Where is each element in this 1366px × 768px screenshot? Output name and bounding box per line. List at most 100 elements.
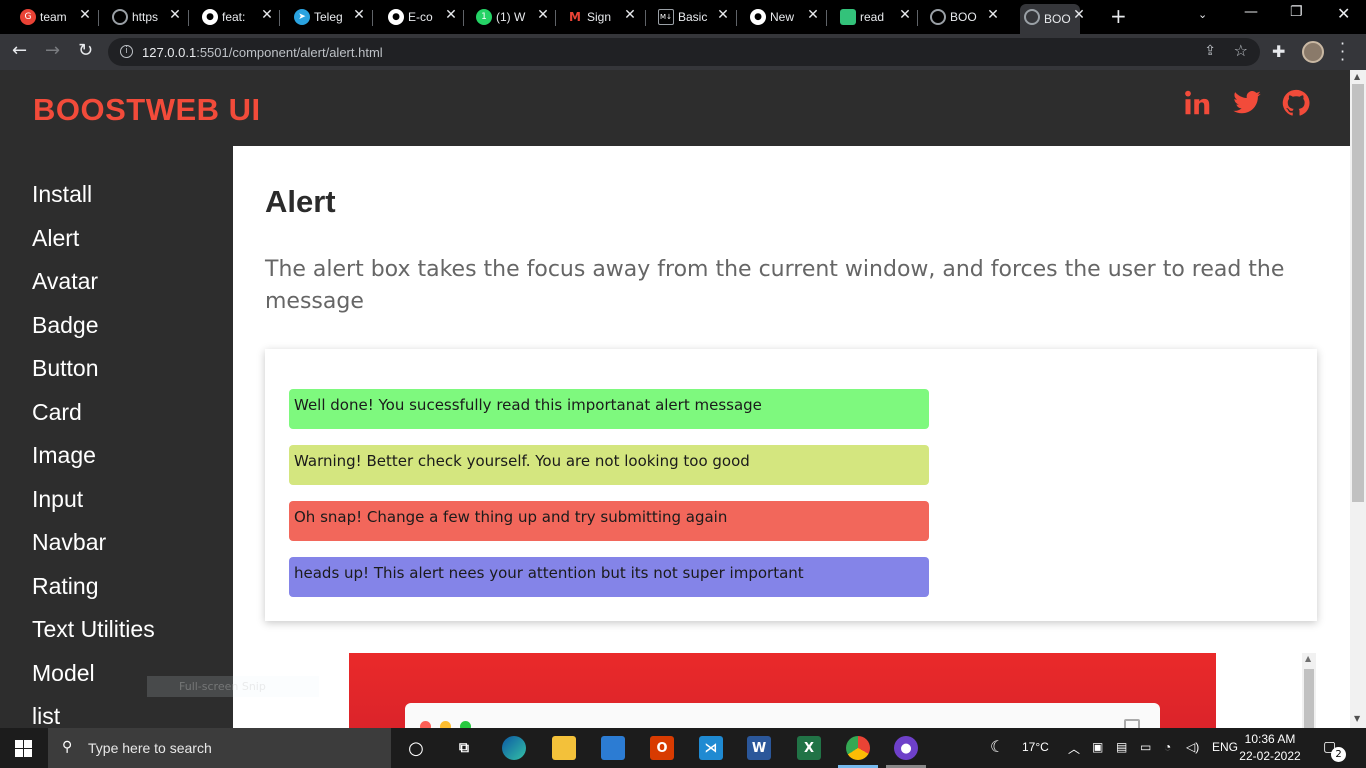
- sidebar-item-model[interactable]: Model: [32, 660, 95, 687]
- copy-icon[interactable]: [1124, 719, 1140, 728]
- taskbar-search[interactable]: ⚲ Type here to search: [48, 728, 391, 768]
- wifi-icon[interactable]: ◔: [1164, 740, 1171, 754]
- close-tab-icon[interactable]: ✕: [168, 7, 182, 23]
- browser-tab[interactable]: ● New ✕: [750, 4, 819, 30]
- restore-icon[interactable]: ❐: [1290, 4, 1303, 20]
- volume-icon[interactable]: ◁): [1186, 740, 1199, 754]
- browser-tab[interactable]: ➤ Teleg ✕: [294, 4, 365, 30]
- tray-overflow-icon[interactable]: ︿: [1068, 740, 1080, 757]
- menu-kebab-icon[interactable]: · · ·: [1340, 36, 1346, 68]
- chrome-icon[interactable]: [846, 736, 870, 760]
- close-tab-icon[interactable]: ✕: [260, 7, 274, 23]
- close-tab-icon[interactable]: ✕: [898, 7, 912, 23]
- brand-logo[interactable]: BOOSTWEB UI: [33, 92, 261, 128]
- language-indicator[interactable]: ENG: [1212, 740, 1238, 754]
- profile-avatar[interactable]: [1302, 41, 1324, 63]
- sidebar-item-list[interactable]: list: [32, 703, 60, 728]
- site-info-icon[interactable]: i: [120, 45, 133, 58]
- office-icon[interactable]: O: [650, 736, 674, 760]
- page-scrollbar[interactable]: ▲ ▼: [1350, 70, 1366, 728]
- scroll-up-arrow-icon[interactable]: ▲: [1305, 654, 1311, 663]
- scroll-down-arrow-icon[interactable]: ▼: [1354, 714, 1360, 723]
- battery-icon[interactable]: ▭: [1140, 740, 1151, 754]
- bookmark-star-icon[interactable]: ☆: [1234, 41, 1248, 60]
- sidebar-item-navbar[interactable]: Navbar: [32, 529, 106, 556]
- browser-tab[interactable]: 1 (1) W ✕: [476, 4, 549, 30]
- notification-center-icon[interactable]: ▢ 2: [1323, 739, 1346, 762]
- taskbar-clock[interactable]: 10:36 AM 22-02-2022: [1238, 731, 1302, 765]
- weather-moon-icon[interactable]: ☾: [990, 737, 1004, 757]
- preview-scrollbar[interactable]: ▲: [1302, 653, 1316, 728]
- forward-arrow-icon[interactable]: →: [45, 41, 60, 61]
- close-tab-icon[interactable]: ✕: [716, 7, 730, 23]
- green-dot-icon: [460, 721, 471, 728]
- notification-count-badge: 2: [1331, 747, 1346, 762]
- back-arrow-icon[interactable]: ←: [12, 41, 27, 61]
- excel-icon[interactable]: X: [797, 736, 821, 760]
- tray-app-icon[interactable]: ▤: [1116, 740, 1127, 754]
- gmail-icon: M: [569, 10, 581, 24]
- vscode-icon[interactable]: ⋊: [699, 736, 723, 760]
- markdown-icon: M↓: [658, 9, 674, 25]
- sidebar-item-input[interactable]: Input: [32, 486, 83, 513]
- alert-info: heads up! This alert nees your attention…: [289, 557, 929, 597]
- browser-tab[interactable]: ● feat: ✕: [202, 4, 273, 30]
- extensions-puzzle-icon[interactable]: ✚: [1272, 42, 1285, 61]
- close-tab-icon[interactable]: ✕: [352, 7, 366, 23]
- browser-tab-active[interactable]: BOO ✕: [1020, 4, 1085, 34]
- close-tab-icon[interactable]: ✕: [536, 7, 550, 23]
- globe-icon: [112, 9, 128, 25]
- telegram-icon: ➤: [294, 9, 310, 25]
- browser-tab[interactable]: G team ✕: [20, 4, 91, 30]
- close-tab-icon[interactable]: ✕: [78, 7, 92, 23]
- minimize-icon[interactable]: —: [1244, 4, 1258, 20]
- sidebar-item-rating[interactable]: Rating: [32, 573, 98, 600]
- word-icon[interactable]: W: [747, 736, 771, 760]
- browser-tab[interactable]: M↓ Basic ✕: [658, 4, 729, 30]
- sidebar-item-image[interactable]: Image: [32, 442, 96, 469]
- preview-scroll-thumb[interactable]: [1304, 669, 1314, 728]
- tab-search-chevron-icon[interactable]: ⌄: [1198, 8, 1207, 21]
- browser-tab[interactable]: ● E-co ✕: [388, 4, 457, 30]
- close-tab-icon[interactable]: ✕: [623, 7, 637, 23]
- sidebar-item-card[interactable]: Card: [32, 399, 82, 426]
- reload-icon[interactable]: ↻: [78, 41, 93, 61]
- window-close-icon[interactable]: ✕: [1337, 4, 1350, 23]
- sidebar-item-button[interactable]: Button: [32, 355, 99, 382]
- file-explorer-icon[interactable]: [552, 736, 576, 760]
- sidebar-item-avatar[interactable]: Avatar: [32, 268, 98, 295]
- browser-tab[interactable]: M Sign ✕: [567, 4, 636, 30]
- linkedin-icon[interactable]: [1183, 88, 1213, 118]
- share-icon[interactable]: ⇪: [1204, 43, 1216, 59]
- red-dot-icon: [420, 721, 431, 728]
- tab-strip: G team ✕ https ✕ ● feat: ✕ ➤ Teleg ✕ ● E…: [0, 0, 1366, 34]
- alert-danger: Oh snap! Change a few thing up and try s…: [289, 501, 929, 541]
- windows-start-icon[interactable]: [15, 740, 32, 757]
- sidebar-item-text-utilities[interactable]: Text Utilities: [32, 616, 155, 643]
- browser-tab[interactable]: BOO ✕: [930, 4, 999, 30]
- page-scroll-thumb[interactable]: [1352, 84, 1364, 502]
- app-icon[interactable]: [601, 736, 625, 760]
- address-bar[interactable]: i 127.0.0.1:5501/component/alert/alert.h…: [108, 38, 1260, 66]
- close-tab-icon[interactable]: ✕: [444, 7, 458, 23]
- twitter-icon[interactable]: [1232, 88, 1262, 118]
- sidebar-item-alert[interactable]: Alert: [32, 225, 79, 252]
- scroll-up-arrow-icon[interactable]: ▲: [1354, 72, 1360, 81]
- browser-tab[interactable]: read ✕: [840, 4, 911, 30]
- sidebar-item-badge[interactable]: Badge: [32, 312, 99, 339]
- url-text[interactable]: 127.0.0.1:5501/component/alert/alert.htm…: [142, 45, 383, 60]
- cortana-icon[interactable]: ○: [404, 736, 428, 760]
- github-icon[interactable]: [1281, 88, 1311, 118]
- alert-demo-card: Well done! You sucessfully read this imp…: [265, 349, 1317, 621]
- close-tab-icon[interactable]: ✕: [986, 7, 1000, 23]
- close-tab-icon[interactable]: ✕: [1072, 7, 1086, 23]
- task-view-icon[interactable]: ⧉: [452, 736, 476, 760]
- new-tab-button[interactable]: +: [1110, 6, 1127, 26]
- close-tab-icon[interactable]: ✕: [806, 7, 820, 23]
- sidebar-item-install[interactable]: Install: [32, 181, 92, 208]
- edge-icon[interactable]: [502, 736, 526, 760]
- meet-now-icon[interactable]: ▣: [1092, 740, 1103, 754]
- weather-temp[interactable]: 17°C: [1022, 740, 1049, 754]
- browser-tab[interactable]: https ✕: [112, 4, 181, 30]
- github-desktop-icon[interactable]: ●: [894, 736, 918, 760]
